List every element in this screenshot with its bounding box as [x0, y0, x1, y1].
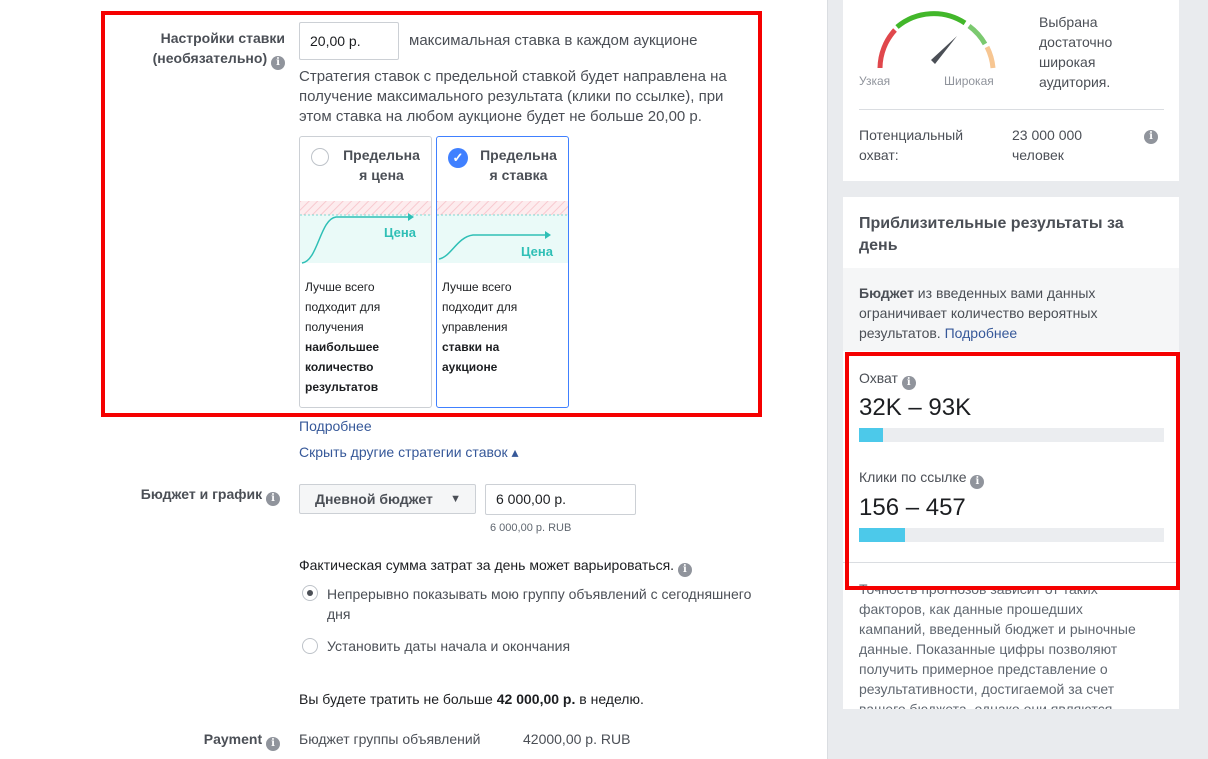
- reach-label: Потенциальный охват:: [859, 125, 963, 165]
- accuracy-line: кампаний, введенный бюджет и рыночные: [859, 621, 1136, 637]
- accuracy-line: вашего бюджета, однако они являются: [859, 701, 1113, 709]
- results-title-line: день: [859, 237, 898, 254]
- gauge-end-arc: [984, 45, 996, 69]
- status-line: аудитория.: [1039, 74, 1111, 90]
- status-line: Выбрана: [1039, 14, 1098, 30]
- note-bold: Бюджет: [859, 285, 914, 301]
- gauge-mid-arc: [895, 11, 967, 29]
- accuracy-line: данные. Показанные цифры позволяют: [859, 641, 1118, 657]
- audience-status: Выбрана достаточно широкая аудитория.: [1039, 12, 1112, 92]
- payment-value: 42000,00 р. RUB: [523, 731, 631, 747]
- gauge-wide-label: Широкая: [944, 74, 994, 88]
- info-icon[interactable]: i: [266, 492, 280, 506]
- schedule-radio-dates[interactable]: [302, 638, 318, 654]
- schedule-option-dates[interactable]: Установить даты начала и окончания: [327, 636, 570, 656]
- info-icon[interactable]: i: [1144, 130, 1158, 144]
- option-line: дня: [327, 606, 351, 622]
- results-title-line: Приблизительные результаты за: [859, 215, 1124, 232]
- budget-type-dropdown[interactable]: Дневной бюджет ▼: [299, 484, 476, 514]
- payment-key: Бюджет группы объявлений: [299, 731, 481, 747]
- results-budget-note: Бюджет из введенных вами данных ограничи…: [859, 283, 1169, 343]
- dropdown-arrow-icon: ▼: [450, 493, 461, 505]
- reach-value-line: 23 000 000: [1012, 127, 1083, 143]
- gauge-narrow-arc: [877, 28, 897, 69]
- budget-amount-input[interactable]: 6 000,00 р.: [485, 484, 636, 515]
- audience-panel: Узкая Широкая Выбрана достаточно широкая…: [843, 0, 1179, 181]
- payment-label-row: Payment i: [110, 729, 280, 751]
- gauge-narrow-label: Узкая: [859, 74, 891, 88]
- results-more-link[interactable]: Подробнее: [945, 325, 1018, 341]
- weekly-suffix: в неделю.: [579, 691, 644, 707]
- accuracy-note: Точность прогнозов зависит от таких факт…: [859, 579, 1174, 709]
- status-line: достаточно: [1039, 34, 1113, 50]
- dropdown-value: Дневной бюджет: [315, 491, 433, 507]
- budget-note: Фактическая сумма затрат за день может в…: [299, 555, 692, 577]
- budget-note-text: Фактическая сумма затрат за день может в…: [299, 557, 675, 573]
- gauge-needle-icon: [931, 36, 957, 64]
- reach-value: 23 000 000 человек: [1012, 125, 1082, 165]
- budget-amount-sub: 6 000,00 р. RUB: [490, 522, 572, 534]
- weekly-spend: Вы будете тратить не больше 42 000,00 р.…: [299, 689, 644, 709]
- budget-label-row: Бюджет и график i: [110, 484, 280, 506]
- accuracy-line: результативности, достигаемой за счет: [859, 681, 1115, 697]
- accuracy-line: факторов, как данные прошедших: [859, 601, 1083, 617]
- weekly-prefix: Вы будете тратить не больше: [299, 691, 493, 707]
- hide-strategies-link[interactable]: Скрыть другие стратегии ставок ▴: [299, 442, 519, 462]
- budget-label: Бюджет и график: [140, 486, 263, 502]
- note-text: из введенных вами данных: [913, 285, 1096, 301]
- reach-value-line: человек: [1012, 147, 1064, 163]
- weekly-amount: 42 000,00 р.: [496, 691, 576, 707]
- reach-label-line: охват:: [859, 147, 899, 163]
- info-icon[interactable]: i: [677, 563, 692, 577]
- note-text: результатов.: [859, 325, 945, 341]
- divider: [859, 109, 1164, 110]
- highlight-box-bid: [101, 11, 762, 417]
- more-link[interactable]: Подробнее: [299, 416, 372, 436]
- option-line: Непрерывно показывать мою группу объявле…: [327, 586, 752, 602]
- gauge-wide-arc: [967, 23, 988, 46]
- schedule-option-continuous[interactable]: Непрерывно показывать мою группу объявле…: [327, 584, 751, 624]
- payment-label: Payment: [203, 731, 263, 747]
- accuracy-line: получить примерное представление о: [859, 661, 1108, 677]
- status-line: широкая: [1039, 54, 1096, 70]
- audience-gauge: [877, 11, 996, 69]
- schedule-radio-continuous[interactable]: [302, 585, 318, 601]
- reach-label-line: Потенциальный: [859, 127, 964, 143]
- note-text: ограничивает количество вероятных: [859, 305, 1098, 321]
- highlight-box-results: [845, 352, 1180, 590]
- results-title: Приблизительные результаты за день: [859, 213, 1124, 257]
- info-icon[interactable]: i: [266, 737, 280, 751]
